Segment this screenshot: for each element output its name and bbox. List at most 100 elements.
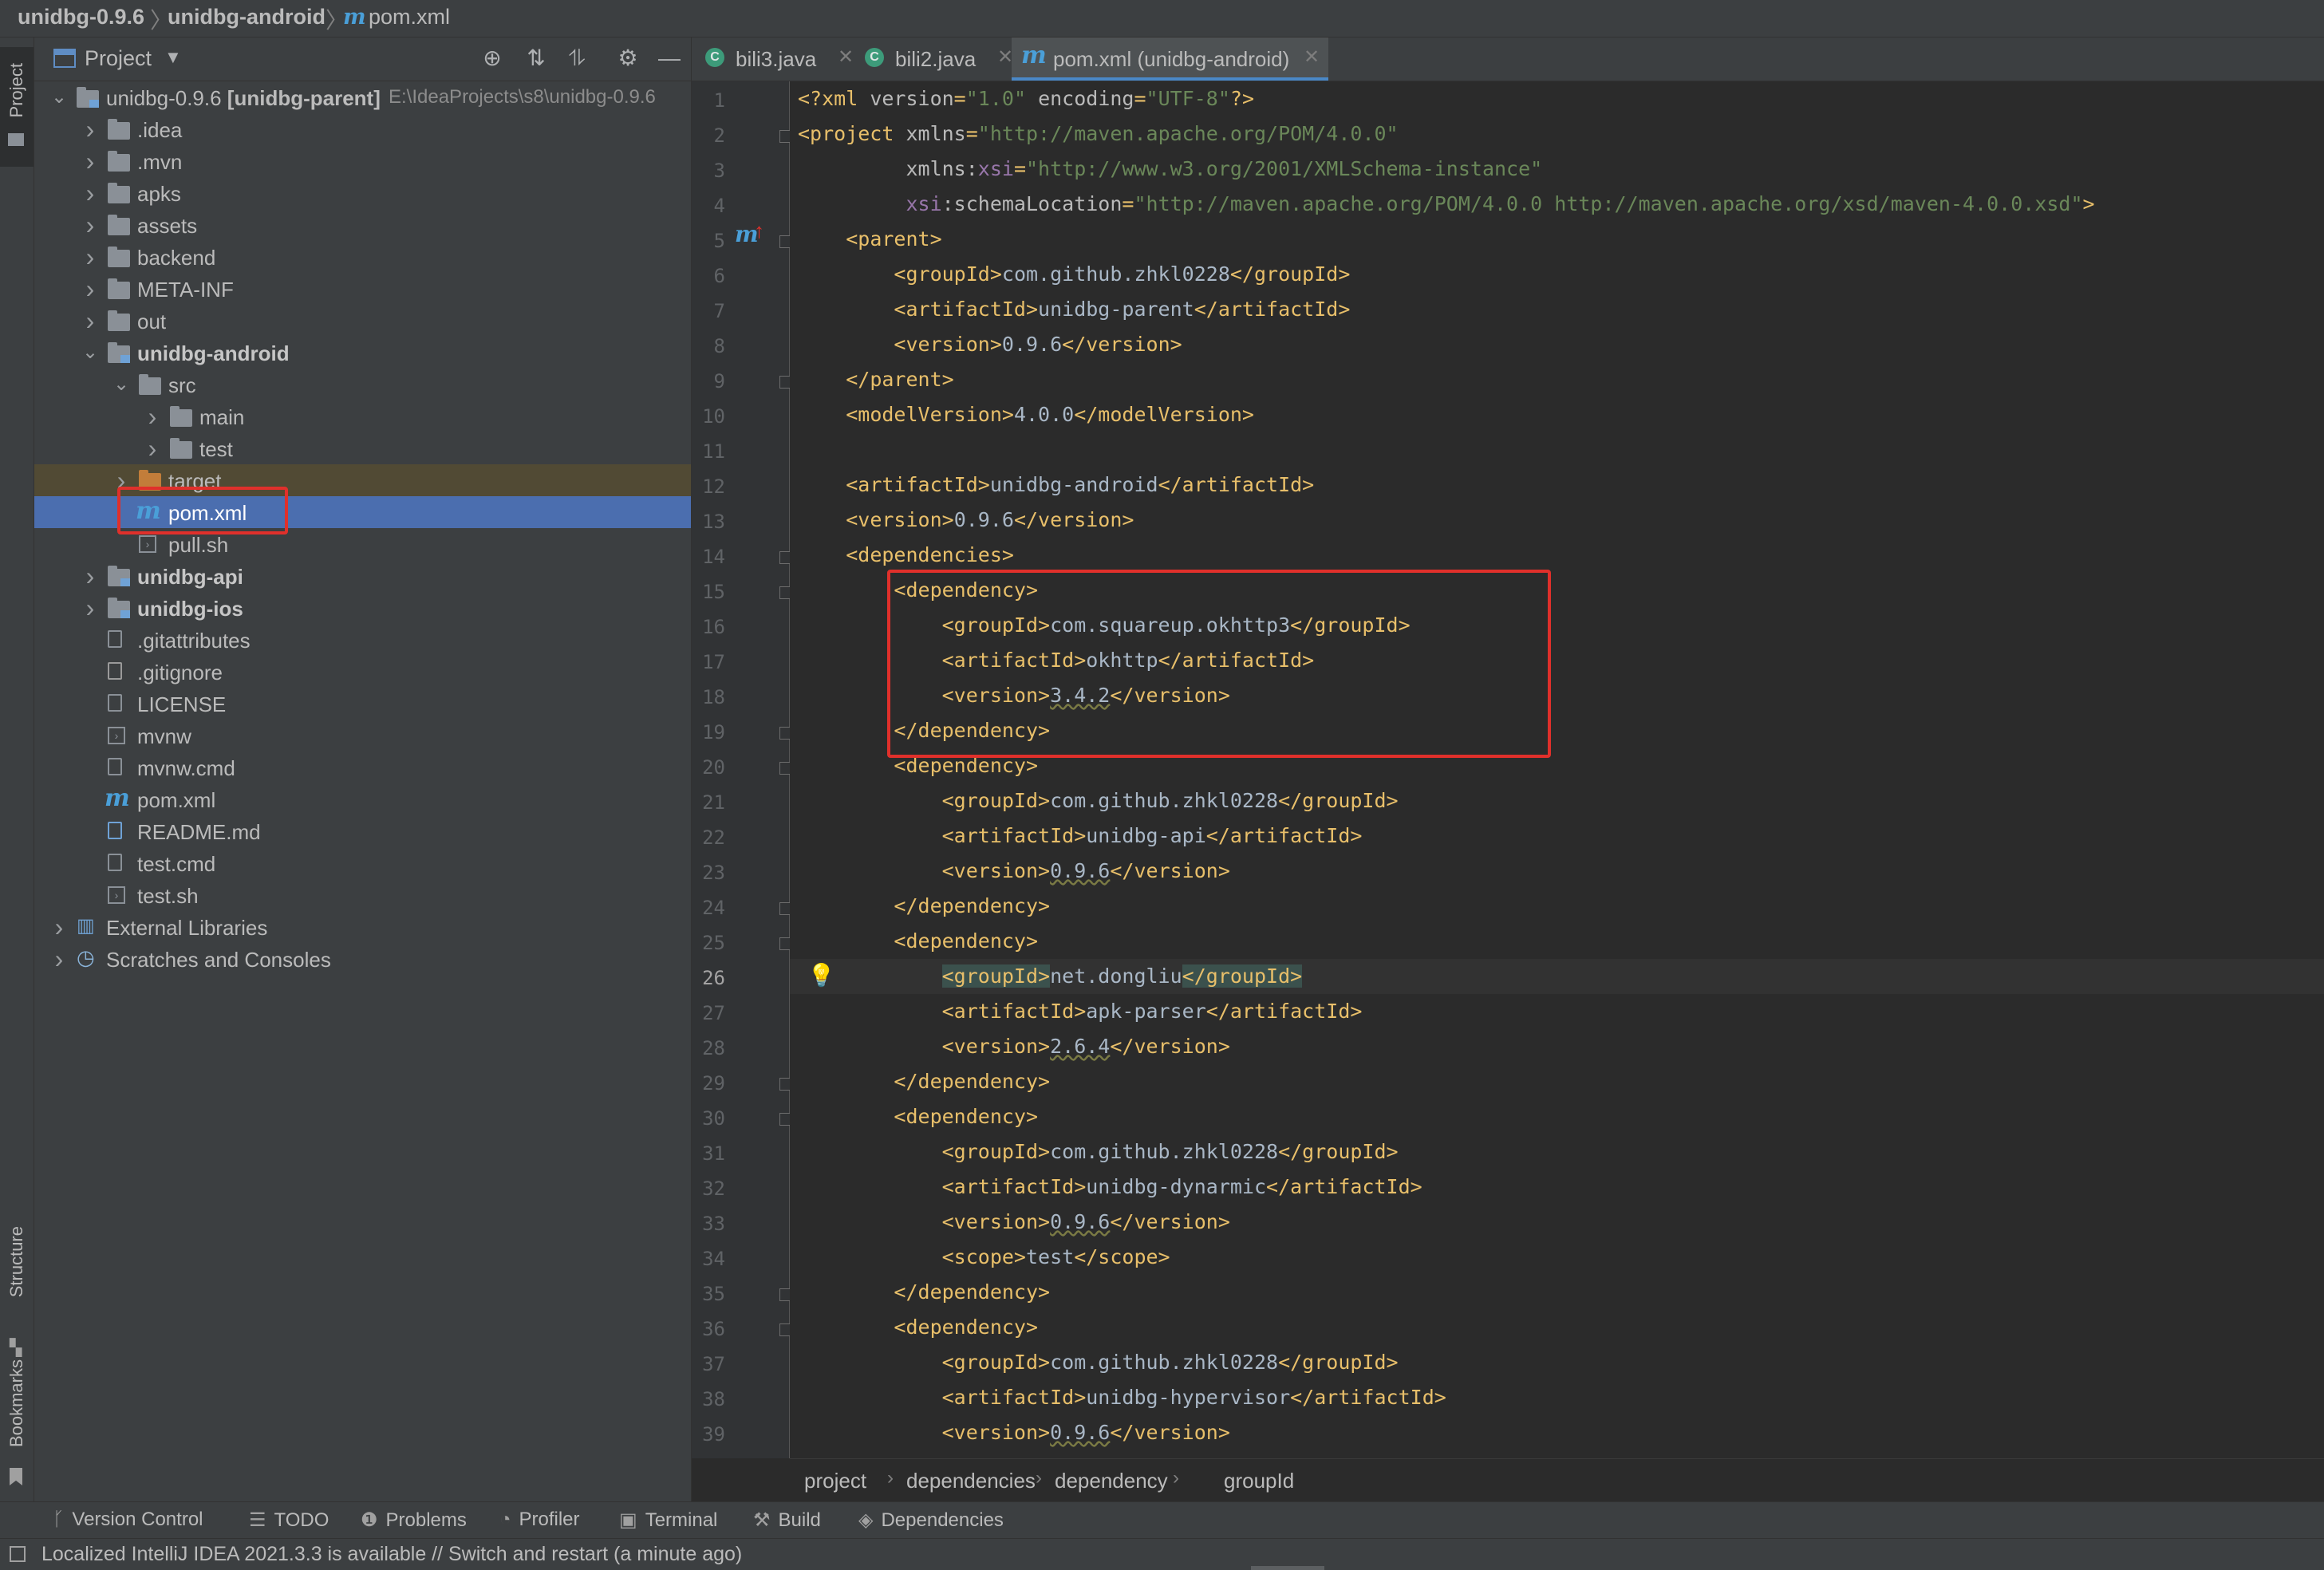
chevron-right-icon[interactable]: › — [80, 274, 101, 303]
tree-item[interactable]: .gitattributes — [34, 624, 691, 656]
hide-panel-icon[interactable]: — — [656, 45, 683, 72]
tree-item[interactable]: .gitignore — [34, 656, 691, 688]
chevron-right-icon[interactable]: › — [142, 434, 163, 463]
chevron-right-icon[interactable]: › — [80, 306, 101, 335]
code-editor[interactable]: 💡 <?xml version="1.0" encoding="UTF-8"?>… — [790, 81, 2324, 1458]
code-line: <artifactId>unidbg-api</artifactId> — [941, 824, 1363, 847]
structure-tool-button[interactable]: Structure ▚ — [0, 1218, 34, 1362]
tree-item[interactable]: › mvnw — [34, 720, 691, 751]
fold-marker-icon[interactable] — [779, 1323, 791, 1336]
tree-item[interactable]: › META-INF — [34, 273, 691, 305]
module-folder-icon — [108, 566, 130, 586]
project-panel-title[interactable]: Project — [85, 46, 152, 71]
crumb-dependency[interactable]: dependency — [1055, 1469, 1168, 1493]
terminal-button[interactable]: ▣ Terminal — [619, 1509, 717, 1532]
fold-marker-icon[interactable] — [779, 902, 791, 915]
bookmarks-tool-button[interactable]: Bookmarks — [0, 1358, 34, 1497]
chevron-right-icon[interactable]: › — [80, 115, 101, 144]
tab-bili2-java[interactable]: C bili2.java ✕ — [863, 37, 1023, 81]
tree-item[interactable]: ⌄ unidbg-0.9.6 [unidbg-parent] E:\IdeaProj… — [34, 81, 691, 113]
tree-item[interactable]: README.md — [34, 815, 691, 847]
tree-item-label: unidbg-api — [137, 565, 243, 589]
fold-marker-icon[interactable] — [779, 376, 791, 389]
tool-label: Terminal — [645, 1509, 718, 1531]
collapse-all-icon[interactable]: ⥮ — [563, 45, 590, 72]
todo-button[interactable]: ☰ TODO — [249, 1509, 329, 1532]
code-line: <version>0.9.6</version> — [941, 1421, 1230, 1444]
tree-item-label: src — [168, 373, 196, 397]
tree-item[interactable]: › assets — [34, 209, 691, 241]
dropdown-arrow-icon[interactable]: ▼ — [164, 47, 182, 68]
tree-item[interactable]: ⌄ unidbg-android — [34, 337, 691, 369]
fold-marker-icon[interactable] — [779, 235, 791, 248]
tab-label: bili3.java — [736, 47, 817, 71]
tree-item[interactable]: › test — [34, 432, 691, 464]
profiler-button[interactable]: ◔ Profiler — [499, 1509, 580, 1531]
status-message[interactable]: Localized IntelliJ IDEA 2021.3.3 is avai… — [41, 1543, 742, 1566]
tree-item[interactable]: › backend — [34, 241, 691, 273]
tree-item[interactable]: › out — [34, 305, 691, 337]
crumb-groupid[interactable]: groupId — [1224, 1469, 1294, 1493]
build-button[interactable]: ⚒ Build — [753, 1509, 821, 1532]
fold-marker-icon[interactable] — [779, 937, 791, 950]
tree-item[interactable]: › main — [34, 400, 691, 432]
tree-item[interactable]: › unidbg-api — [34, 560, 691, 592]
problems-button[interactable]: ❶ Problems — [361, 1509, 467, 1532]
chevron-right-icon[interactable]: › — [49, 913, 69, 941]
code-line: <version>2.6.4</version> — [941, 1035, 1230, 1058]
code-line: <?xml version="1.0" encoding="UTF-8"?> — [798, 87, 1255, 110]
fold-marker-icon[interactable] — [779, 130, 791, 143]
line-number: 38 — [702, 1388, 725, 1410]
chevron-down-icon[interactable]: ⌄ — [80, 338, 101, 367]
tree-item[interactable]: ⌄ src — [34, 369, 691, 400]
chevron-right-icon[interactable]: › — [80, 594, 101, 622]
tree-item[interactable]: LICENSE — [34, 688, 691, 720]
chevron-right-icon[interactable]: › — [80, 562, 101, 590]
expand-all-icon[interactable]: ⇅ — [523, 45, 550, 72]
tree-item[interactable]: mvnw.cmd — [34, 751, 691, 783]
chevron-right-icon[interactable]: › — [49, 945, 69, 973]
version-control-button[interactable]: ᚴ Version Control — [53, 1509, 203, 1531]
locate-file-icon[interactable]: ⊕ — [479, 45, 506, 72]
tree-item[interactable]: m pom.xml — [34, 783, 691, 815]
chevron-down-icon[interactable]: ⌄ — [49, 83, 69, 112]
close-icon[interactable]: ✕ — [1304, 45, 1320, 69]
chevron-right-icon[interactable]: › — [80, 147, 101, 176]
close-icon[interactable]: ✕ — [838, 45, 854, 69]
chevron-right-icon[interactable]: › — [80, 179, 101, 207]
code-line: xmlns:xsi="http://www.w3.org/2001/XMLSch… — [906, 157, 1543, 180]
fold-marker-icon[interactable] — [779, 1288, 791, 1301]
chevron-right-icon[interactable]: › — [142, 402, 163, 431]
breadcrumb-module[interactable]: unidbg-android — [168, 5, 326, 30]
breadcrumb-project[interactable]: unidbg-0.9.6 — [18, 5, 144, 30]
tree-item[interactable]: › test.sh — [34, 879, 691, 911]
project-tool-button[interactable]: Project — [0, 47, 34, 167]
tool-label: TODO — [274, 1509, 329, 1531]
breadcrumb-file[interactable]: pom.xml — [369, 5, 450, 30]
tree-item[interactable]: › .idea — [34, 113, 691, 145]
fold-marker-icon[interactable] — [779, 762, 791, 775]
fold-marker-icon[interactable] — [779, 1113, 791, 1126]
fold-marker-icon[interactable] — [779, 586, 791, 599]
fold-marker-icon[interactable] — [779, 551, 791, 564]
crumb-dependencies[interactable]: dependencies — [906, 1469, 1036, 1493]
code-line: <artifactId>unidbg-hypervisor</artifactI… — [941, 1386, 1446, 1409]
fold-marker-icon[interactable] — [779, 1078, 791, 1091]
chevron-down-icon[interactable]: ⌄ — [111, 370, 132, 399]
gear-icon[interactable]: ⚙ — [614, 45, 641, 72]
crumb-project[interactable]: project — [804, 1469, 866, 1493]
tree-item[interactable]: › unidbg-ios — [34, 592, 691, 624]
status-window-icon[interactable] — [10, 1546, 26, 1562]
tree-item[interactable]: › apks — [34, 177, 691, 209]
chevron-right-icon[interactable]: › — [80, 211, 101, 239]
tree-item[interactable]: test.cmd — [34, 847, 691, 879]
tree-item-label: assets — [137, 214, 198, 238]
dependencies-button[interactable]: ◈ Dependencies — [858, 1509, 1004, 1532]
chevron-right-icon[interactable]: › — [80, 243, 101, 271]
tab-bili3-java[interactable]: C bili3.java ✕ — [704, 37, 859, 81]
tree-item[interactable]: › .mvn — [34, 145, 691, 177]
tree-item[interactable]: › ▥ External Libraries — [34, 911, 691, 943]
tree-item[interactable]: › ◷ Scratches and Consoles — [34, 943, 691, 975]
fold-marker-icon[interactable] — [779, 727, 791, 740]
tab-pom-xml[interactable]: m pom.xml (unidbg-android) ✕ — [1012, 37, 1328, 81]
